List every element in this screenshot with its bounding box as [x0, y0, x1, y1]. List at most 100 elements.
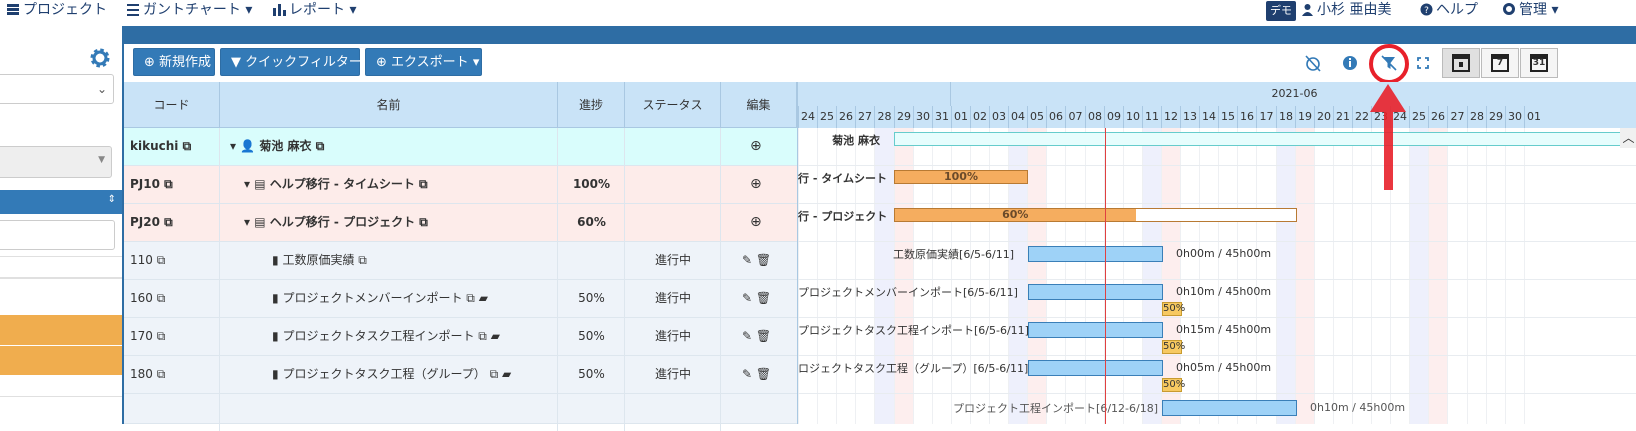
- pencil-icon[interactable]: ✎: [742, 329, 752, 343]
- filter-off-icon[interactable]: [1378, 52, 1400, 74]
- caret-down-icon[interactable]: ▾: [230, 139, 236, 153]
- copy-icon[interactable]: ⧉: [419, 215, 428, 229]
- row-name: ▮ 工数原価実績 ⧉: [272, 253, 367, 267]
- row-progress: 50%: [578, 291, 605, 305]
- copy-icon[interactable]: ⧉: [164, 215, 173, 229]
- gantt-row-line: [798, 317, 1636, 318]
- add-circle-icon[interactable]: ⊕: [750, 128, 762, 165]
- nav-user[interactable]: 小杉 亜由美: [1301, 0, 1391, 22]
- gantt-day-column: [1486, 128, 1505, 424]
- pencil-icon[interactable]: ✎: [742, 291, 752, 305]
- info-icon[interactable]: [1339, 52, 1361, 74]
- copy-icon[interactable]: ⧉: [157, 329, 166, 343]
- col-header-status[interactable]: ステータス: [625, 82, 721, 128]
- quick-filter-button[interactable]: ▼ クイックフィルター: [220, 48, 362, 76]
- row-name: ▾ ▤ ヘルプ移行 - タイムシート ⧉: [244, 177, 428, 191]
- gantt-day-cell: 25: [817, 106, 836, 128]
- copy-icon[interactable]: ⧉: [157, 253, 166, 267]
- row-name: ▮ プロジェクトタスク工程（グループ） ⧉ ▰: [272, 367, 512, 381]
- settings-gear-icon[interactable]: [88, 46, 112, 70]
- scroll-up-button[interactable]: ︿: [1620, 128, 1636, 148]
- comment-icon[interactable]: ▰: [502, 367, 511, 381]
- server-icon: ▤: [254, 215, 266, 229]
- pencil-icon[interactable]: ✎: [742, 367, 752, 381]
- sortable-header[interactable]: ⇕: [0, 190, 122, 214]
- comment-icon[interactable]: ▰: [491, 329, 500, 343]
- gantt-bar-pj20[interactable]: 60%: [894, 208, 1297, 222]
- col-header-code[interactable]: コード: [124, 82, 220, 128]
- table-row[interactable]: PJ10 ⧉ ▾ ▤ ヘルプ移行 - タイムシート ⧉ 100% ⊕: [124, 166, 797, 204]
- table-row[interactable]: PJ20 ⧉ ▾ ▤ ヘルプ移行 - プロジェクト ⧉ 60% ⊕: [124, 204, 797, 242]
- col-header-progress[interactable]: 進捗: [558, 82, 625, 128]
- caret-down-icon[interactable]: ▾: [244, 177, 250, 191]
- copy-icon[interactable]: ⧉: [466, 291, 475, 305]
- table-row[interactable]: 170 ⧉ ▮ プロジェクトタスク工程インポート ⧉ ▰ 50% 進行中 ✎ 🗑: [124, 318, 797, 356]
- copy-icon[interactable]: ⧉: [358, 253, 367, 267]
- calendar-week-button[interactable]: 7: [1481, 48, 1519, 78]
- add-circle-icon[interactable]: ⊕: [750, 166, 762, 203]
- copy-icon[interactable]: ⧉: [419, 177, 428, 191]
- copy-icon[interactable]: ⧉: [490, 367, 499, 381]
- gantt-bar-task[interactable]: [1028, 322, 1163, 338]
- gantt-bar-task[interactable]: [1028, 360, 1163, 376]
- gantt-label-pj10: 行 - タイムシート: [798, 172, 888, 185]
- copy-icon[interactable]: ⧉: [183, 139, 192, 153]
- nav-help[interactable]: ? ヘルプ: [1420, 0, 1478, 22]
- add-circle-icon[interactable]: ⊕: [750, 204, 762, 241]
- nav-user-label: 小杉 亜由美: [1317, 2, 1392, 18]
- sort-icon: ⇕: [107, 194, 116, 205]
- row-code: PJ10 ⧉: [130, 177, 173, 191]
- gantt-day-column: [1046, 128, 1065, 424]
- copy-icon[interactable]: ⧉: [478, 329, 487, 343]
- gantt-bar-task[interactable]: [1028, 284, 1163, 300]
- copy-icon[interactable]: ⧉: [316, 139, 325, 153]
- bar-chart-icon: [273, 4, 286, 16]
- gantt-bar-task[interactable]: [1028, 246, 1163, 262]
- gantt-bar-task[interactable]: [1162, 400, 1297, 416]
- gantt-day-cell: 02: [970, 106, 989, 128]
- pencil-icon[interactable]: ✎: [742, 253, 752, 267]
- nav-report[interactable]: レポート ▾: [272, 0, 356, 22]
- calendar-day-icon: [1452, 54, 1470, 72]
- trash-icon[interactable]: 🗑: [756, 367, 771, 381]
- gantt-bar-pj20-progress: 60%: [895, 209, 1136, 221]
- copy-icon[interactable]: ⧉: [164, 177, 173, 191]
- gantt-bar-pj10[interactable]: 100%: [894, 170, 1028, 184]
- sidebar-orange-row[interactable]: [0, 346, 122, 375]
- alarm-off-icon[interactable]: [1302, 52, 1324, 74]
- new-button[interactable]: ⊕ 新規作成: [133, 48, 215, 76]
- server-icon: [7, 4, 19, 15]
- trash-icon[interactable]: 🗑: [756, 291, 771, 305]
- copy-icon[interactable]: ⧉: [157, 291, 166, 305]
- calendar-month-button[interactable]: 31: [1520, 48, 1558, 78]
- nav-gantt[interactable]: ガントチャート ▾: [126, 0, 252, 22]
- comment-icon[interactable]: ▰: [479, 291, 488, 305]
- filter-select-2[interactable]: ▼: [0, 146, 112, 178]
- gantt-day-cell: 18: [1276, 106, 1295, 128]
- calendar-day-button[interactable]: [1442, 48, 1480, 78]
- nav-project[interactable]: プロジェクト: [6, 0, 107, 22]
- copy-icon[interactable]: ⧉: [157, 367, 166, 381]
- fullscreen-icon[interactable]: [1412, 52, 1434, 74]
- col-header-name[interactable]: 名前: [220, 82, 558, 128]
- filter-select-1[interactable]: ⌄: [0, 74, 114, 104]
- gantt-day-cell: 20: [1314, 106, 1333, 128]
- gantt-day-cell: 11: [1142, 106, 1161, 128]
- trash-icon[interactable]: 🗑: [756, 329, 771, 343]
- table-row[interactable]: 110 ⧉ ▮ 工数原価実績 ⧉ 進行中 ✎ 🗑: [124, 242, 797, 280]
- filter-text-input[interactable]: [0, 220, 115, 250]
- sidebar-orange-row[interactable]: [0, 315, 122, 345]
- table-row[interactable]: 180 ⧉ ▮ プロジェクトタスク工程（グループ） ⧉ ▰ 50% 進行中 ✎ …: [124, 356, 797, 394]
- nav-admin[interactable]: 管理 ▾: [1502, 0, 1558, 22]
- gantt-time-text: 0h00m / 45h00m: [1176, 247, 1272, 260]
- gantt-bar-user[interactable]: [894, 132, 1636, 146]
- caret-down-icon[interactable]: ▾: [244, 215, 250, 229]
- trash-icon[interactable]: 🗑: [756, 253, 771, 267]
- table-row[interactable]: kikuchi ⧉ ▾ 👤 菊池 麻衣 ⧉ ⊕: [124, 128, 797, 166]
- export-button[interactable]: ⊕ エクスポート ▾: [365, 48, 482, 76]
- gantt-day-cell: 04: [1008, 106, 1027, 128]
- gantt-day-cell: 08: [1085, 106, 1104, 128]
- table-row[interactable]: [124, 394, 797, 431]
- gantt-day-column: [1505, 128, 1524, 424]
- table-row[interactable]: 160 ⧉ ▮ プロジェクトメンバーインポート ⧉ ▰ 50% 進行中 ✎ 🗑: [124, 280, 797, 318]
